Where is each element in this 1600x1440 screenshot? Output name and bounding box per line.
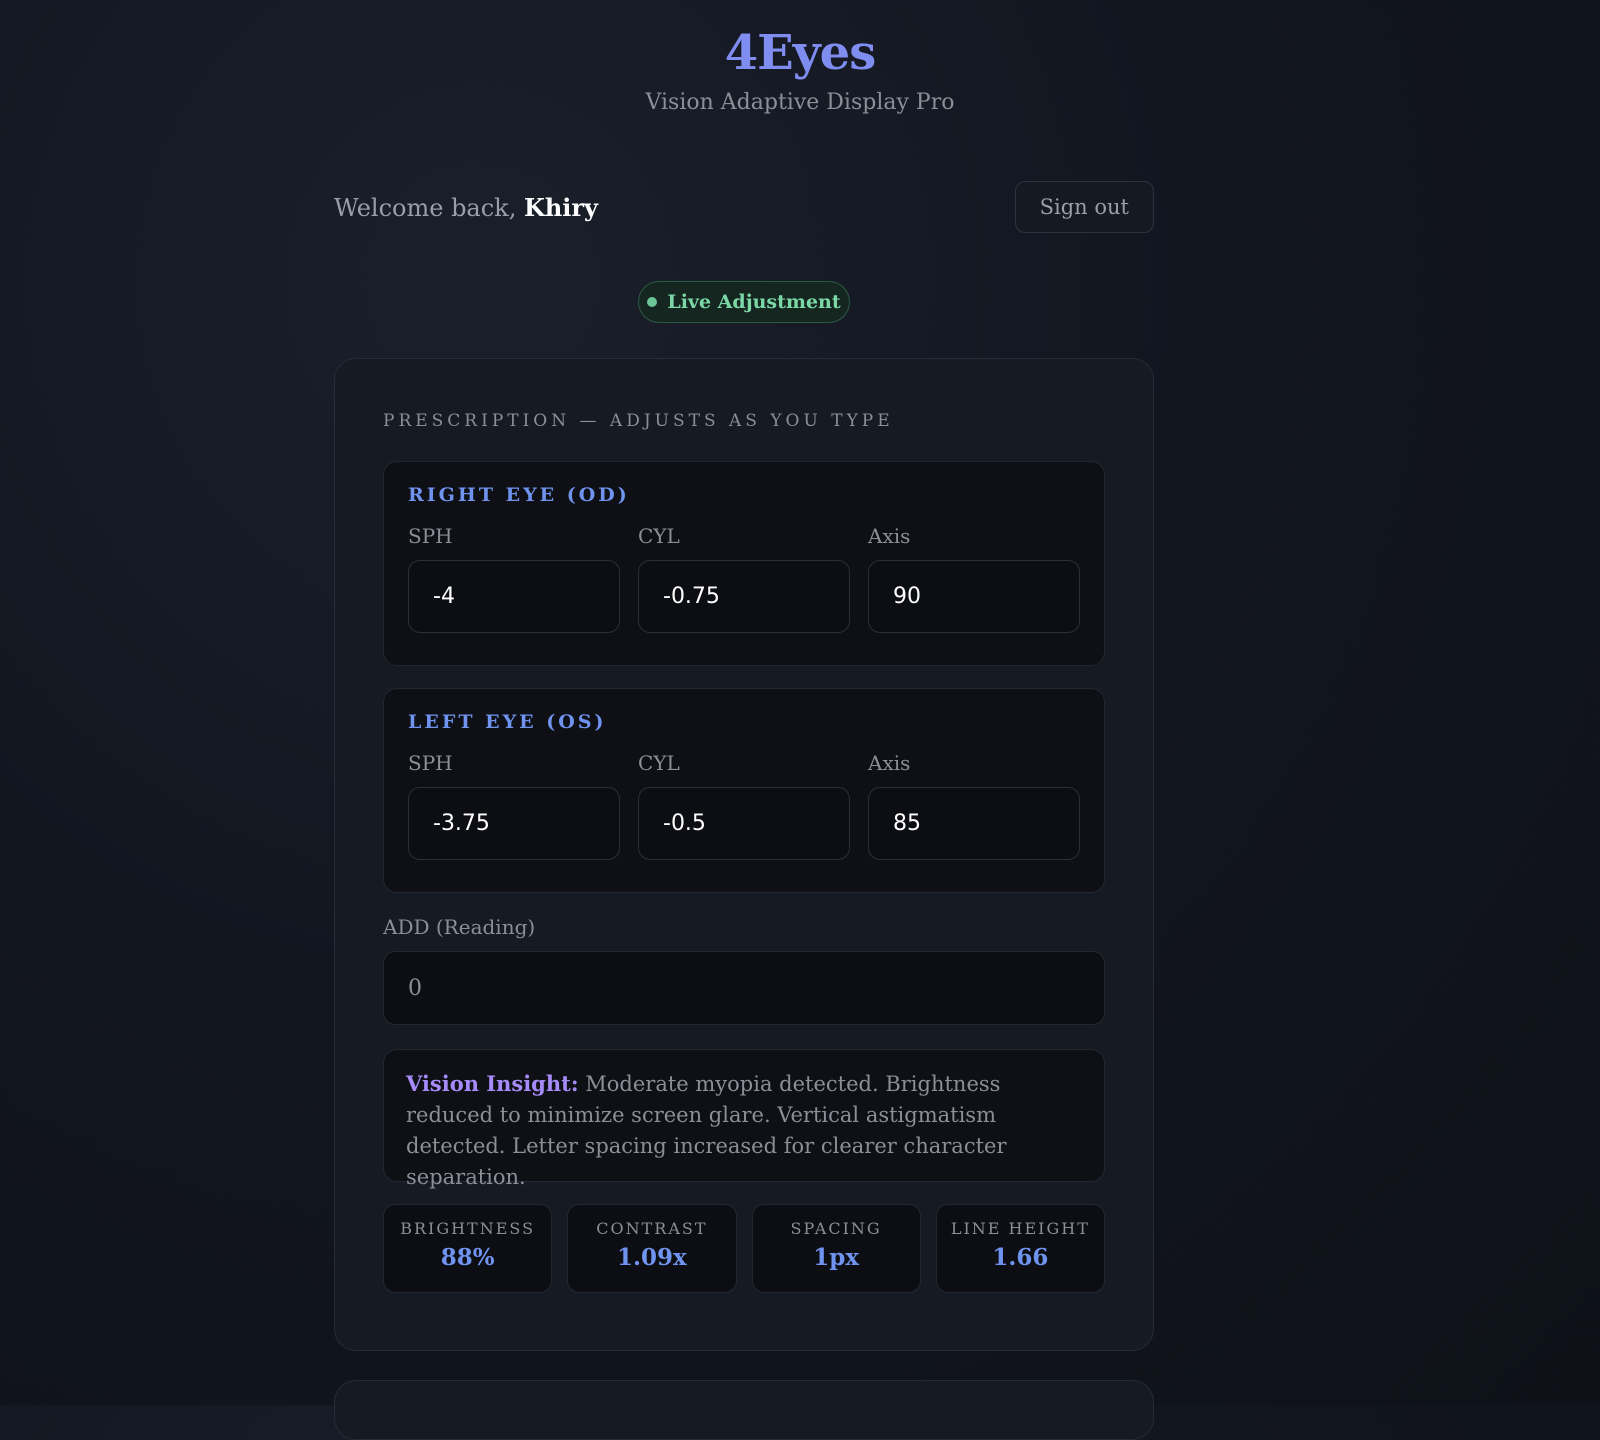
left-eye-title: LEFT EYE (OS) (408, 711, 607, 733)
display-stats-row: BRIGHTNESS 88% CONTRAST 1.09x SPACING 1p… (383, 1204, 1105, 1293)
left-eye-fields: SPH CYL Axis (408, 751, 1080, 860)
left-sph-label: SPH (408, 751, 453, 775)
right-cyl-label: CYL (638, 524, 680, 548)
stat-contrast: CONTRAST 1.09x (567, 1204, 737, 1293)
right-eye-title: RIGHT EYE (OD) (408, 484, 630, 506)
live-adjustment-badge: Live Adjustment (638, 281, 850, 323)
left-cyl-label: CYL (638, 751, 680, 775)
stat-value: 88% (440, 1244, 495, 1271)
stat-value: 1.09x (617, 1244, 687, 1271)
app-subtitle: Vision Adaptive Display Pro (645, 90, 955, 115)
app-title: 4Eyes (724, 25, 876, 81)
left-sph-field: SPH (408, 751, 620, 860)
right-axis-field: Axis (868, 524, 1080, 633)
stat-spacing: SPACING 1px (751, 1204, 921, 1293)
left-axis-input[interactable] (868, 787, 1080, 860)
welcome-message: Welcome back, Khiry (334, 193, 598, 222)
left-axis-field: Axis (868, 751, 1080, 860)
right-sph-input[interactable] (408, 560, 620, 633)
app-header: 4Eyes Vision Adaptive Display Pro (0, 0, 1600, 115)
right-sph-field: SPH (408, 524, 620, 633)
live-adjustment-label: Live Adjustment (667, 291, 841, 313)
stat-value: 1.66 (992, 1244, 1049, 1271)
status-dot-icon (647, 297, 658, 307)
sign-out-button[interactable]: Sign out (1014, 181, 1154, 233)
right-sph-label: SPH (408, 524, 453, 548)
stat-label: BRIGHTNESS (400, 1219, 536, 1238)
user-name: Khiry (523, 192, 598, 222)
right-axis-label: Axis (868, 524, 911, 548)
left-axis-label: Axis (868, 751, 911, 775)
right-eye-panel: RIGHT EYE (OD) SPH CYL Axis (383, 461, 1105, 666)
stat-value: 1px (813, 1244, 860, 1271)
prescription-card: PRESCRIPTION — ADJUSTS AS YOU TYPE RIGHT… (334, 358, 1154, 1351)
welcome-greeting: Welcome back, (334, 193, 524, 222)
stat-label: SPACING (790, 1219, 882, 1238)
stat-label: CONTRAST (596, 1219, 708, 1238)
left-eye-panel: LEFT EYE (OS) SPH CYL Axis (383, 688, 1105, 893)
add-reading-label: ADD (Reading) (383, 915, 536, 939)
left-sph-input[interactable] (408, 787, 620, 860)
right-eye-fields: SPH CYL Axis (408, 524, 1080, 633)
stat-label: LINE HEIGHT (950, 1219, 1090, 1238)
prescription-section-label: PRESCRIPTION — ADJUSTS AS YOU TYPE (383, 411, 894, 431)
vision-insight-label: Vision Insight: (406, 1071, 579, 1096)
left-cyl-input[interactable] (638, 787, 850, 860)
vision-insight-box: Vision Insight: Moderate myopia detected… (383, 1049, 1105, 1189)
right-cyl-input[interactable] (638, 560, 850, 633)
stat-line-height: LINE HEIGHT 1.66 (935, 1204, 1105, 1293)
right-axis-input[interactable] (868, 560, 1080, 633)
left-cyl-field: CYL (638, 751, 850, 860)
right-cyl-field: CYL (638, 524, 850, 633)
next-card (334, 1380, 1154, 1440)
add-reading-input[interactable] (383, 951, 1105, 1025)
stat-brightness: BRIGHTNESS 88% (383, 1204, 553, 1293)
welcome-row: Welcome back, Khiry Sign out (334, 180, 1154, 234)
